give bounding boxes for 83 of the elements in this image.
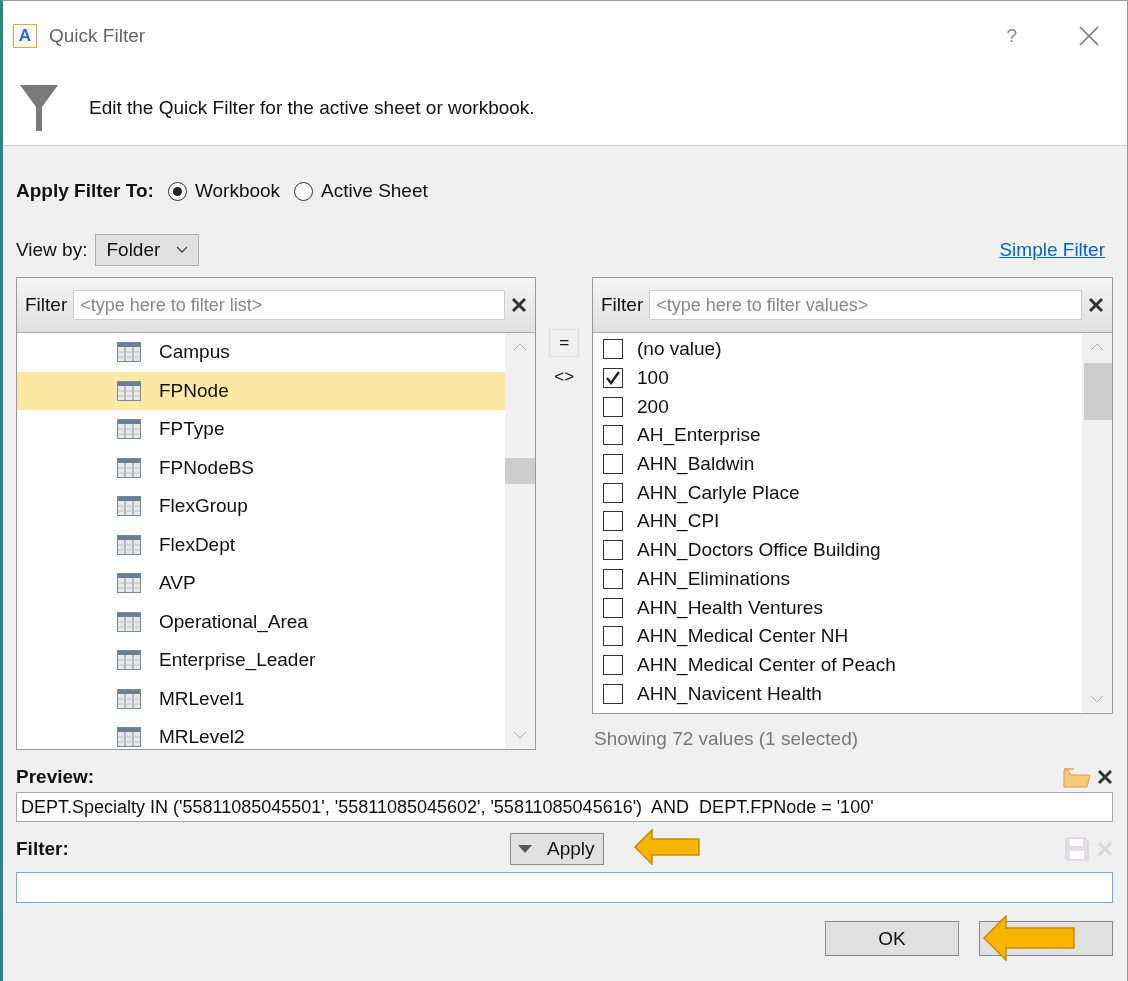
field-list-item[interactable]: MRLevel1 (17, 679, 506, 718)
apply-filter-label: Apply Filter To: (16, 180, 154, 202)
table-icon (117, 457, 141, 478)
field-list-item[interactable]: FPType (17, 410, 506, 449)
table-icon (117, 380, 141, 401)
scrollbar-thumb[interactable] (505, 458, 536, 484)
radio-option[interactable]: Active Sheet (294, 180, 428, 202)
value-list-item[interactable]: AHN_Baldwin (593, 449, 1082, 479)
funnel-icon (19, 83, 59, 133)
table-icon (117, 342, 141, 363)
field-list-item[interactable]: FPNodeBS (17, 448, 506, 487)
table-icon (117, 727, 141, 748)
value-list-item[interactable]: AHN_Eliminations (593, 564, 1082, 594)
values-count-text: Showing 72 values (1 selected) (594, 728, 860, 750)
apply-button[interactable]: Apply (510, 833, 604, 865)
field-list-item[interactable]: Enterprise_Leader (17, 641, 506, 680)
checkbox[interactable] (603, 511, 623, 532)
filter-label: Filter (601, 294, 644, 316)
value-list-item[interactable]: 100 (593, 363, 1082, 393)
filter-field[interactable] (16, 872, 1113, 903)
not-equals-operator-button[interactable]: <> (549, 363, 580, 391)
checkbox[interactable] (603, 425, 623, 446)
view-by-label: View by: (16, 239, 88, 261)
value-list-item[interactable]: AHN_Health Ventures (593, 593, 1082, 622)
table-icon (117, 650, 141, 671)
description-text: Edit the Quick Filter for the active sheet or workbook. (89, 97, 535, 119)
field-list-item[interactable]: AVP (17, 564, 506, 603)
scrollbar[interactable] (505, 333, 536, 749)
radio-option[interactable]: Workbook (167, 180, 281, 202)
close-icon[interactable] (1079, 26, 1099, 46)
caret-icon (517, 844, 533, 854)
table-icon (117, 496, 141, 517)
field-list-item[interactable]: MRLevel2 (17, 718, 506, 749)
caret-icon (176, 246, 189, 254)
filter-values-field[interactable]: <type here to filter values> (649, 290, 1082, 320)
value-list-item[interactable]: AHN_Carlyle Place (593, 478, 1082, 508)
filter-list-field[interactable]: <type here to filter list> (73, 290, 506, 320)
value-list-item[interactable]: AHN_Medical Center NH (593, 621, 1082, 651)
table-icon (117, 419, 141, 440)
preview-field[interactable]: DEPT.Specialty IN ('55811085045501', '55811085045602', '55811085045616') AND DEPT.FPNode = '100' (16, 792, 1113, 822)
clear-icon[interactable] (511, 297, 528, 313)
clear-icon[interactable] (1097, 769, 1113, 785)
simple-filter-link[interactable]: Simple Filter (999, 239, 1105, 261)
value-list-item[interactable]: (no value) (593, 335, 1082, 364)
checkbox[interactable] (603, 654, 623, 675)
checkbox[interactable] (603, 339, 623, 360)
checkbox[interactable] (603, 568, 623, 589)
checkbox[interactable] (603, 626, 623, 647)
checkbox[interactable] (603, 454, 623, 475)
value-list-item[interactable]: AHN_Medical Center of Peach (593, 650, 1082, 680)
value-list-item[interactable]: AHN_Navicent Health (593, 679, 1082, 708)
field-list-item[interactable]: Operational_Area (17, 602, 506, 641)
value-list-item[interactable]: AHN_Doctors Office Building (593, 535, 1082, 565)
checkbox[interactable] (603, 396, 623, 417)
value-list-item[interactable]: AHN_CPI (593, 507, 1082, 536)
field-list-item[interactable]: FlexDept (17, 525, 506, 564)
scrollbar-thumb[interactable] (1084, 363, 1112, 420)
help-button[interactable]: ? (1006, 25, 1017, 47)
checkbox[interactable] (603, 540, 623, 561)
app-logo: A (13, 24, 37, 48)
checkbox[interactable] (603, 368, 623, 389)
table-icon (117, 688, 141, 709)
checkbox[interactable] (603, 683, 623, 704)
checkbox[interactable] (603, 597, 623, 618)
table-icon (117, 534, 141, 555)
field-list-item[interactable]: FlexGroup (17, 487, 506, 526)
filter-label: Filter: (16, 838, 70, 860)
window-title: Quick Filter (49, 25, 147, 47)
table-icon (117, 573, 141, 594)
clear-icon[interactable] (1088, 297, 1104, 313)
value-list-item[interactable]: AH_Enterprise (593, 421, 1082, 450)
table-icon (117, 611, 141, 632)
scrollbar[interactable] (1082, 333, 1112, 713)
ok-button[interactable]: OK (825, 921, 959, 956)
checkbox[interactable] (603, 482, 623, 503)
view-by-dropdown[interactable]: Folder (95, 234, 200, 266)
field-list-item[interactable]: FPNode (17, 371, 506, 410)
preview-label: Preview: (16, 766, 95, 788)
equals-operator-button[interactable]: = (549, 329, 580, 357)
arrow-annotation (633, 828, 700, 865)
filter-label: Filter (25, 294, 68, 316)
value-list-item[interactable]: 200 (593, 392, 1082, 422)
field-list-item[interactable]: Campus (17, 333, 506, 372)
